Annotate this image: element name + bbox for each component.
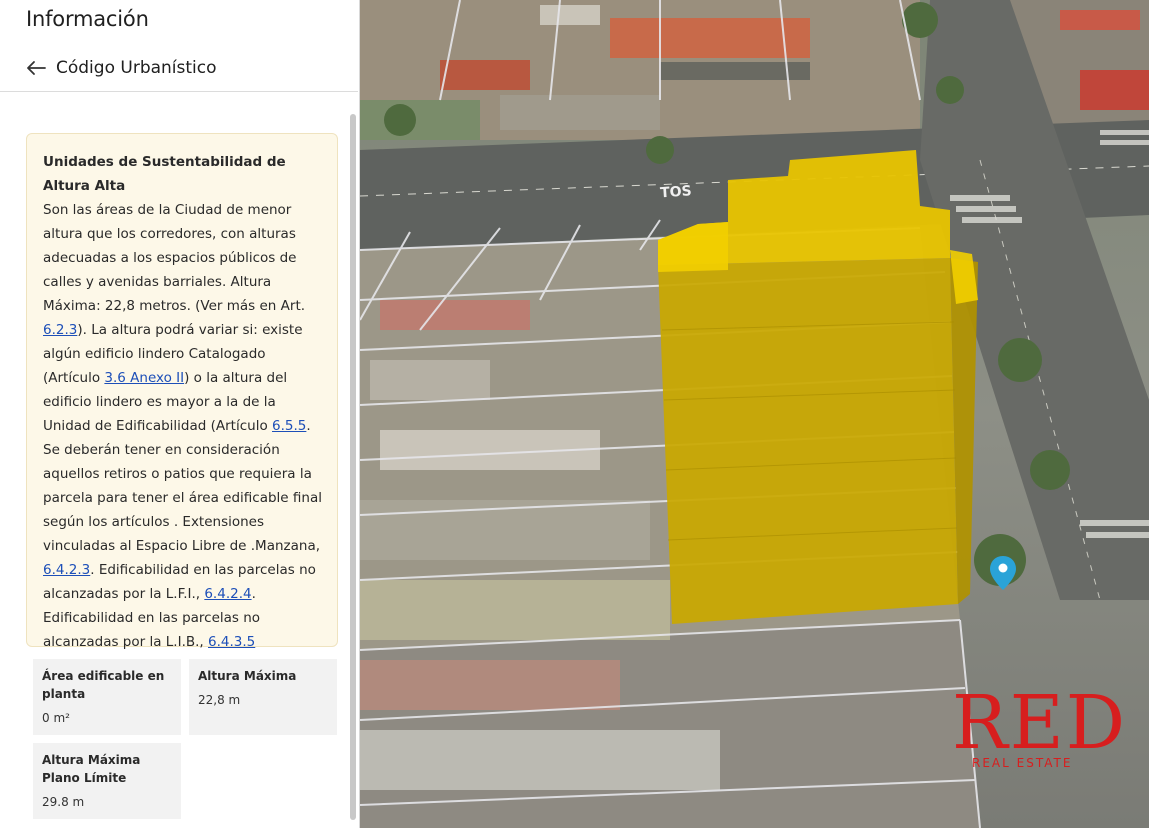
- article-link[interactable]: 6.5.5: [272, 418, 306, 434]
- article-link[interactable]: 6.4.2.4: [204, 586, 251, 602]
- section-title: Código Urbanístico: [56, 58, 217, 78]
- panel-title: Información: [26, 7, 149, 31]
- article-link[interactable]: 6.4.3.5: [208, 634, 255, 650]
- stat-value: 0 m²: [42, 711, 70, 725]
- article-link[interactable]: 3.6 Anexo II: [104, 370, 184, 386]
- stat-label: Área edificable en planta: [42, 669, 165, 701]
- brand-logo: RED: [952, 680, 1128, 766]
- stat-max-height: Altura Máxima 22,8 m: [189, 659, 337, 735]
- info-panel: Información Código Urbanístico Unidades …: [0, 0, 360, 828]
- article-link[interactable]: 6.4.2.3: [43, 562, 90, 578]
- stat-buildable-area: Área edificable en planta 0 m²: [33, 659, 181, 735]
- stat-value: 29.8 m: [42, 795, 85, 809]
- zoning-title: Unidades de Sustentabilidad de Altura Al…: [43, 154, 286, 194]
- stat-label: Altura Máxima Plano Límite: [42, 753, 141, 785]
- desc-text: . Se deberán tener en consideración aque…: [43, 418, 322, 554]
- panel-scroll-area[interactable]: Unidades de Sustentabilidad de Altura Al…: [0, 92, 358, 828]
- map-3d-view[interactable]: TOS RED REAL ESTATE: [360, 0, 1149, 828]
- brand-watermark: RED REAL ESTATE: [952, 680, 1128, 770]
- zoning-description: Son las áreas de la Ciudad de menor altu…: [43, 198, 323, 654]
- scrollbar[interactable]: [350, 114, 356, 820]
- back-arrow-icon[interactable]: [26, 59, 48, 77]
- stat-value: 22,8 m: [198, 693, 241, 707]
- street-label: TOS: [660, 183, 693, 201]
- stat-max-height-limit: Altura Máxima Plano Límite 29.8 m: [33, 743, 181, 819]
- article-link[interactable]: 6.2.3: [43, 322, 77, 338]
- desc-text: Son las áreas de la Ciudad de menor altu…: [43, 202, 306, 314]
- back-row[interactable]: Código Urbanístico: [26, 55, 217, 81]
- stat-label: Altura Máxima: [198, 669, 297, 683]
- zoning-info-card: Unidades de Sustentabilidad de Altura Al…: [26, 133, 338, 650]
